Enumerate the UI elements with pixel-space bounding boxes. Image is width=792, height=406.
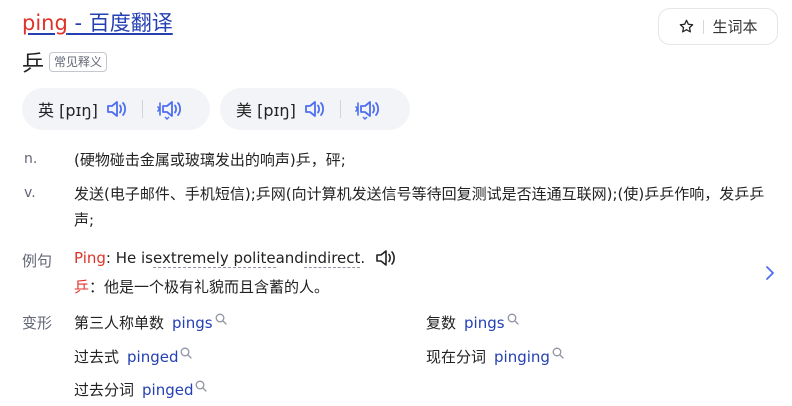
- pronunciation-uk: 英 [pɪŋ]: [22, 88, 210, 130]
- page-title-link[interactable]: ping - 百度翻译: [22, 7, 173, 37]
- chevron-right-icon[interactable]: [764, 264, 776, 286]
- pronunciation-us: 美 [pɪŋ]: [220, 88, 410, 130]
- example-label: 例句: [22, 252, 53, 270]
- search-icon[interactable]: [180, 345, 193, 363]
- inflection-item: 复数 pings: [426, 312, 519, 333]
- inflection-name: 第三人称单数: [74, 314, 165, 332]
- definition-noun: (硬物碰击金属或玻璃发出的响声)乒，砰;: [74, 151, 346, 169]
- definition-verb: 发送(电子邮件、手机短信);乒网(向计算机发送信号等待回复测试是否连通互联网);…: [74, 185, 765, 229]
- example-keyword: Ping: [74, 249, 106, 267]
- definition-pos-verb: v.: [24, 185, 36, 201]
- search-icon[interactable]: [195, 378, 208, 396]
- example-phrase-link[interactable]: extremely polite: [153, 249, 276, 268]
- vocab-book-button[interactable]: 生词本: [658, 8, 778, 45]
- headword-row: 乒 常见释义: [22, 46, 108, 78]
- pronunciation-uk-label: 英 [pɪŋ]: [38, 101, 98, 120]
- speaker-icon[interactable]: [106, 99, 128, 119]
- inflection-name: 过去分词: [74, 381, 135, 399]
- search-icon[interactable]: [215, 311, 227, 329]
- button-divider: [703, 19, 705, 34]
- example-text-part: and: [275, 249, 304, 267]
- pronunciation-divider: [141, 100, 143, 118]
- inflection-name: 复数: [426, 314, 457, 332]
- definition-pos-noun: n.: [24, 151, 38, 167]
- slow-speaker-icon[interactable]: [355, 98, 383, 120]
- star-icon: [678, 18, 695, 35]
- search-icon[interactable]: [552, 345, 564, 363]
- pronunciation-divider: [339, 100, 341, 118]
- slow-speaker-icon[interactable]: [157, 98, 185, 120]
- title-keyword: ping: [22, 11, 68, 35]
- headword: 乒: [22, 52, 45, 77]
- inflection-word-link[interactable]: pinging: [494, 348, 550, 366]
- example-text-part: .: [360, 249, 366, 267]
- example-text-part: : He is: [105, 249, 154, 267]
- common-meaning-tag: 常见释义: [49, 52, 108, 72]
- inflection-word-link[interactable]: pinged: [142, 381, 193, 399]
- speaker-icon[interactable]: [375, 248, 397, 268]
- speaker-icon[interactable]: [304, 99, 326, 119]
- example-chinese: 乒：他是一个极有礼貌而且含蓄的人。: [74, 276, 329, 297]
- inflection-word-link[interactable]: pings: [172, 314, 213, 332]
- example-zh-keyword: 乒: [74, 278, 90, 296]
- inflection-word-link[interactable]: pings: [464, 314, 505, 332]
- inflection-item: 现在分词 pinging: [426, 346, 564, 367]
- inflection-item: 过去分词 pinged: [74, 378, 208, 400]
- inflection-word-link[interactable]: pinged: [127, 348, 178, 366]
- search-icon[interactable]: [507, 311, 519, 329]
- title-source: - 百度翻译: [67, 11, 173, 35]
- inflection-name: 过去式: [74, 348, 120, 366]
- inflection-name: 现在分词: [426, 348, 487, 366]
- example-english: Ping: He is extremely polite and indirec…: [74, 248, 397, 268]
- vocab-book-label: 生词本: [712, 18, 758, 36]
- example-zh-text: ：他是一个极有礼貌而且含蓄的人。: [89, 278, 330, 296]
- example-phrase-link[interactable]: indirect: [303, 249, 361, 268]
- pronunciation-us-label: 美 [pɪŋ]: [236, 101, 296, 120]
- inflection-item: 过去式 pinged: [74, 345, 193, 367]
- inflection-item: 第三人称单数 pings: [74, 312, 227, 333]
- inflections-label: 变形: [22, 314, 53, 332]
